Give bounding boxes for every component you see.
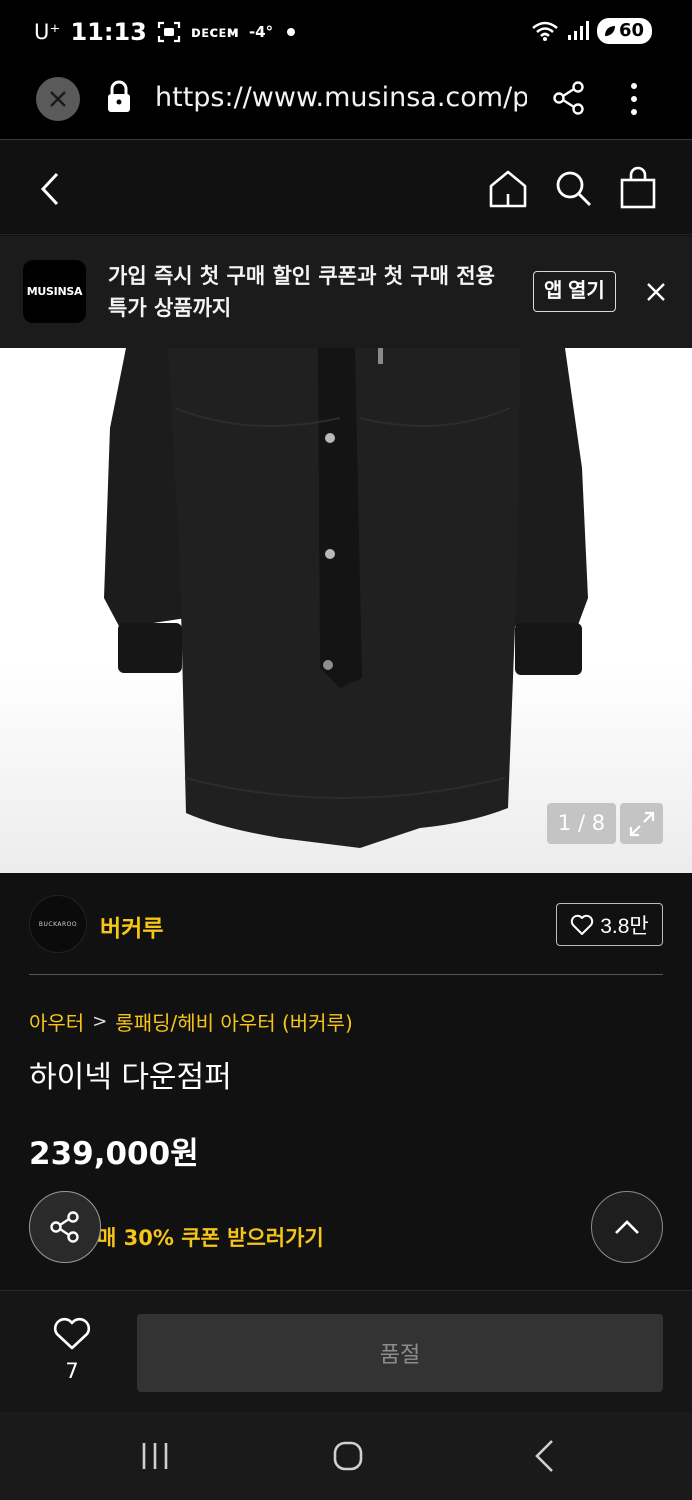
- search-icon[interactable]: [553, 168, 593, 208]
- wifi-icon: [532, 21, 558, 41]
- image-counter: 1 / 8: [547, 803, 616, 844]
- brand-logo[interactable]: BUCKAROO: [29, 895, 87, 953]
- breadcrumb-separator: >: [92, 1011, 108, 1032]
- close-icon[interactable]: [644, 280, 668, 304]
- sold-out-button[interactable]: 품절: [137, 1314, 663, 1392]
- close-tab-button[interactable]: [36, 77, 80, 121]
- clock: 11:13: [70, 18, 147, 46]
- browser-url-bar: https://www.musinsa.com/pr: [0, 64, 692, 140]
- expand-icon: [629, 811, 654, 836]
- app-notification-label: ᴅᴇᴄᴇᴍ: [190, 23, 239, 41]
- coupon-link[interactable]: 매 30% 쿠폰 받으러가기: [97, 1222, 324, 1252]
- product-title: 하이넥 다운점퍼: [29, 1060, 232, 1095]
- banner-message: 가입 즉시 첫 구매 할인 쿠폰과 첫 구매 전용 특가 상품까지: [108, 264, 495, 320]
- nav-home-icon[interactable]: [332, 1440, 364, 1472]
- app-install-banner: MUSINSA 가입 즉시 첫 구매 할인 쿠폰과 첫 구매 전용 특가 상품까…: [0, 236, 692, 348]
- battery-indicator: 60: [596, 18, 652, 44]
- heart-icon: [571, 914, 594, 935]
- notification-dot-icon: [287, 28, 296, 36]
- brand-name-link[interactable]: 버커루: [100, 909, 163, 943]
- heart-icon: [53, 1317, 91, 1350]
- product-image-gallery[interactable]: 1 / 8: [0, 348, 692, 873]
- scroll-to-top-button[interactable]: [591, 1191, 663, 1263]
- expand-image-button[interactable]: [620, 803, 663, 844]
- padded-coat-image: [104, 348, 588, 848]
- nav-back-icon[interactable]: [532, 1438, 556, 1474]
- shopping-bag-icon[interactable]: [618, 166, 658, 210]
- temperature-label: -4°: [248, 23, 274, 41]
- wishlist-button[interactable]: 7: [50, 1317, 94, 1383]
- status-right: 60: [531, 18, 652, 44]
- screenshot-icon: [157, 21, 180, 43]
- breadcrumb-subcategory[interactable]: 롱패딩/헤비 아우터 (버커루): [115, 1007, 352, 1036]
- brand-like-count: 3.8만: [600, 914, 649, 938]
- more-vert-icon[interactable]: [620, 80, 648, 118]
- breadcrumb: 아우터 > 롱패딩/헤비 아우터 (버커루): [29, 1007, 353, 1036]
- battery-level: 60: [618, 20, 644, 41]
- recents-icon[interactable]: [140, 1440, 170, 1472]
- open-app-button[interactable]: 앱 열기: [533, 271, 616, 312]
- chevron-up-icon: [615, 1220, 639, 1234]
- status-bar: U⁺ 11:13 ᴅᴇᴄᴇᴍ -4° 60: [0, 0, 692, 64]
- musinsa-logo: MUSINSA: [23, 260, 86, 323]
- share-button[interactable]: [29, 1191, 101, 1263]
- close-icon: [50, 91, 66, 107]
- url-field[interactable]: https://www.musinsa.com/pr: [155, 82, 527, 113]
- signal-icon: [567, 21, 589, 40]
- share-icon: [50, 1211, 79, 1243]
- wishlist-count: 7: [65, 1359, 79, 1383]
- lock-icon[interactable]: [106, 80, 132, 114]
- battery-saver-icon: [604, 26, 615, 36]
- product-price: 239,000원: [29, 1136, 199, 1172]
- back-arrow-icon[interactable]: [36, 171, 66, 207]
- carrier-label: U⁺: [34, 20, 61, 44]
- system-navigation-bar: [0, 1412, 692, 1500]
- home-icon[interactable]: [487, 168, 529, 210]
- status-left: U⁺ 11:13 ᴅᴇᴄᴇᴍ -4°: [34, 18, 296, 46]
- share-icon[interactable]: [552, 81, 586, 115]
- brand-row: BUCKAROO 버커루 3.8만: [29, 895, 663, 975]
- breadcrumb-category[interactable]: 아우터: [29, 1007, 84, 1036]
- app-header: [0, 141, 692, 235]
- brand-like-button[interactable]: 3.8만: [556, 903, 663, 946]
- purchase-bar: 7 품절: [0, 1290, 692, 1412]
